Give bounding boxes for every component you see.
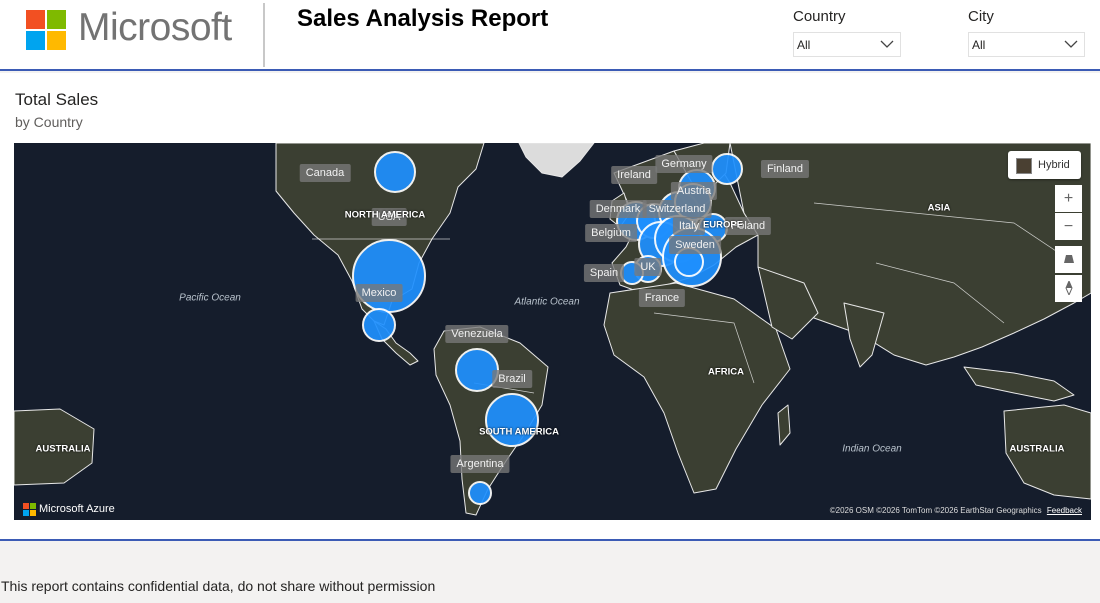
- map-style-thumbnail-icon: [1016, 158, 1032, 174]
- bubble-brazil[interactable]: [485, 393, 539, 447]
- country-label: Venezuela: [445, 325, 509, 343]
- logo-square-green: [47, 10, 66, 29]
- region-label: NORTH AMERICA: [344, 209, 426, 221]
- country-label: Canada: [299, 164, 351, 182]
- region-label: AUSTRALIA: [35, 443, 91, 455]
- zoom-in-icon: +: [1063, 190, 1074, 207]
- city-slicer: City All: [968, 8, 1085, 57]
- country-label: Italy: [672, 217, 706, 235]
- city-dropdown[interactable]: All: [968, 32, 1085, 57]
- map-style-label: Hybrid: [1038, 159, 1070, 171]
- country-label: Spain: [583, 264, 625, 282]
- country-dropdown-value: All: [797, 38, 811, 52]
- compass-icon: [1064, 279, 1073, 297]
- bubble-mexico[interactable]: [362, 308, 396, 342]
- zoom-out-icon: −: [1063, 218, 1074, 235]
- zoom-out-button[interactable]: −: [1055, 213, 1082, 240]
- report-header: Microsoft Sales Analysis Report Country …: [0, 0, 1100, 71]
- visual-title: Total Sales: [15, 90, 99, 109]
- region-label: AUSTRALIA: [1009, 443, 1065, 455]
- country-label: France: [638, 289, 686, 307]
- country-label: Switzerland: [642, 200, 712, 218]
- azure-square-yellow: [30, 510, 36, 516]
- azure-square-blue: [23, 510, 29, 516]
- country-label: Ireland: [611, 166, 657, 184]
- country-slicer-label: Country: [793, 8, 846, 25]
- attribution-text: ©2026 OSM ©2026 TomTom ©2026 EarthStar G…: [829, 506, 1042, 515]
- country-label: Germany: [655, 155, 713, 173]
- azure-logo-text: Microsoft Azure: [39, 503, 115, 515]
- tilt-button[interactable]: [1055, 246, 1082, 273]
- region-label: SOUTH AMERICA: [479, 426, 559, 438]
- feedback-link[interactable]: Feedback: [1047, 506, 1082, 515]
- region-label: AFRICA: [708, 366, 744, 378]
- map-attribution: ©2026 OSM ©2026 TomTom ©2026 EarthStar G…: [830, 506, 1082, 515]
- country-label: Denmark: [589, 200, 647, 218]
- confidential-notice: This report contains confidential data, …: [1, 578, 436, 594]
- bubble-argentina[interactable]: [468, 481, 492, 505]
- map-style-button[interactable]: Hybrid: [1008, 151, 1081, 179]
- country-label: Austria: [670, 182, 718, 200]
- region-label: ASIA: [927, 202, 951, 214]
- report-title: Sales Analysis Report: [297, 5, 549, 32]
- brand-name: Microsoft: [78, 6, 232, 49]
- country-label: Finland: [760, 160, 810, 178]
- country-label: Sweden: [669, 236, 721, 254]
- tilt-icon: [1063, 255, 1074, 263]
- zoom-in-button[interactable]: +: [1055, 185, 1082, 212]
- city-slicer-label: City: [968, 8, 994, 25]
- map-basemap: [14, 143, 1091, 520]
- bubble-canada[interactable]: [374, 151, 416, 193]
- country-slicer: Country All: [793, 8, 901, 57]
- ocean-label: Indian Ocean: [842, 443, 902, 455]
- azure-square-green: [30, 503, 36, 509]
- country-label: Belgium: [585, 224, 637, 242]
- compass-button[interactable]: [1055, 275, 1082, 302]
- ocean-label: Atlantic Ocean: [514, 296, 580, 308]
- bubble-finland[interactable]: [711, 153, 743, 185]
- azure-square-red: [23, 503, 29, 509]
- chevron-down-icon: [880, 40, 894, 48]
- city-dropdown-value: All: [972, 38, 986, 52]
- country-label: UK: [634, 258, 662, 276]
- country-label: Brazil: [492, 370, 532, 388]
- country-label: Argentina: [450, 455, 510, 473]
- sales-map[interactable]: Canada USA Mexico Venezuela Brazil Argen…: [14, 143, 1091, 520]
- microsoft-logo: Microsoft: [26, 6, 256, 56]
- chevron-down-icon: [1064, 40, 1078, 48]
- logo-square-yellow: [47, 31, 66, 50]
- logo-square-blue: [26, 31, 45, 50]
- report-canvas: Total Sales by Country Canada USA Mexico…: [0, 73, 1100, 541]
- country-dropdown[interactable]: All: [793, 32, 901, 57]
- logo-square-red: [26, 10, 45, 29]
- ocean-label: Pacific Ocean: [179, 292, 241, 304]
- region-label: EUROPE: [702, 219, 744, 231]
- header-divider: [263, 3, 265, 67]
- visual-subtitle: by Country: [15, 114, 83, 130]
- country-label: Mexico: [355, 284, 403, 302]
